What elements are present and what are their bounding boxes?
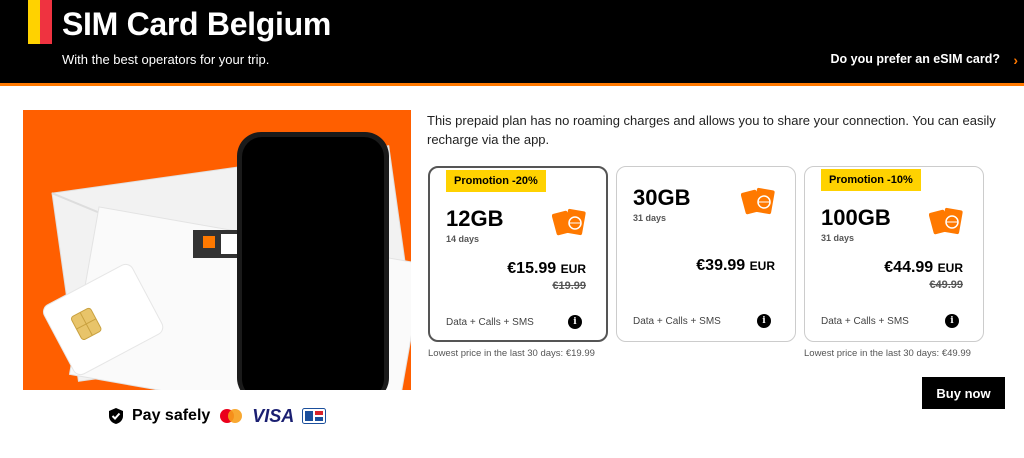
- shield-check-icon: [109, 408, 123, 424]
- chevron-right-icon[interactable]: ›: [1013, 52, 1018, 68]
- promo-badge: Promotion -10%: [821, 169, 921, 191]
- cb-card-icon: [302, 408, 327, 424]
- plan-data: 12GB: [446, 206, 504, 231]
- plan-price: €39.99 EUR: [696, 257, 775, 274]
- info-icon[interactable]: i: [945, 314, 959, 328]
- plan-data: 100GB: [821, 205, 891, 230]
- plan-card-12gb[interactable]: Promotion -20% 12GB 14 days €15.99 EUR €…: [428, 166, 608, 342]
- mastercard-icon: [220, 409, 243, 423]
- plan-features: Data + Calls + SMS: [821, 316, 909, 327]
- page-header: SIM Card Belgium With the best operators…: [0, 0, 1024, 86]
- plan-days: 31 days: [633, 213, 667, 223]
- plan-days: 31 days: [821, 233, 855, 243]
- visa-icon: VISA: [252, 405, 295, 426]
- sim-globe-icon: [929, 207, 963, 235]
- page-title: SIM Card Belgium: [62, 6, 332, 42]
- info-icon[interactable]: i: [757, 314, 771, 328]
- plan-card-100gb[interactable]: Promotion -10% 100GB 31 days €44.99 EUR …: [804, 166, 984, 342]
- plan-price: €44.99 EUR: [884, 259, 963, 276]
- plan-features: Data + Calls + SMS: [446, 317, 534, 328]
- sim-globe-icon: [741, 187, 775, 215]
- belgium-flag-icon: [16, 0, 52, 44]
- page-subtitle: With the best operators for your trip.: [62, 52, 270, 67]
- plan-price: €15.99 EUR: [507, 260, 586, 277]
- pay-safely-label: Pay safely: [132, 407, 211, 424]
- plan-data: 30GB: [633, 185, 691, 210]
- plan-old-price: €49.99: [929, 279, 963, 291]
- plan-card-30gb[interactable]: 30GB 31 days €39.99 EUR Data + Calls + S…: [616, 166, 796, 342]
- sim-globe-icon: [552, 208, 586, 236]
- plan-description: This prepaid plan has no roaming charges…: [427, 113, 996, 147]
- info-icon[interactable]: i: [568, 315, 582, 329]
- esim-link[interactable]: Do you prefer an eSIM card?: [831, 52, 1000, 66]
- promo-badge: Promotion -20%: [446, 170, 546, 192]
- buy-now-button[interactable]: Buy now: [922, 377, 1005, 409]
- plan-features: Data + Calls + SMS: [633, 316, 721, 327]
- lowest-price-note: Lowest price in the last 30 days: €49.99: [804, 348, 971, 359]
- payment-methods: Pay safely VISA: [108, 405, 327, 427]
- plan-days: 14 days: [446, 234, 480, 244]
- plan-old-price: €19.99: [552, 280, 586, 292]
- sim-card-phone-illustration: [42, 132, 411, 390]
- lowest-price-note: Lowest price in the last 30 days: €19.99: [428, 348, 595, 359]
- hero-image: [23, 110, 411, 390]
